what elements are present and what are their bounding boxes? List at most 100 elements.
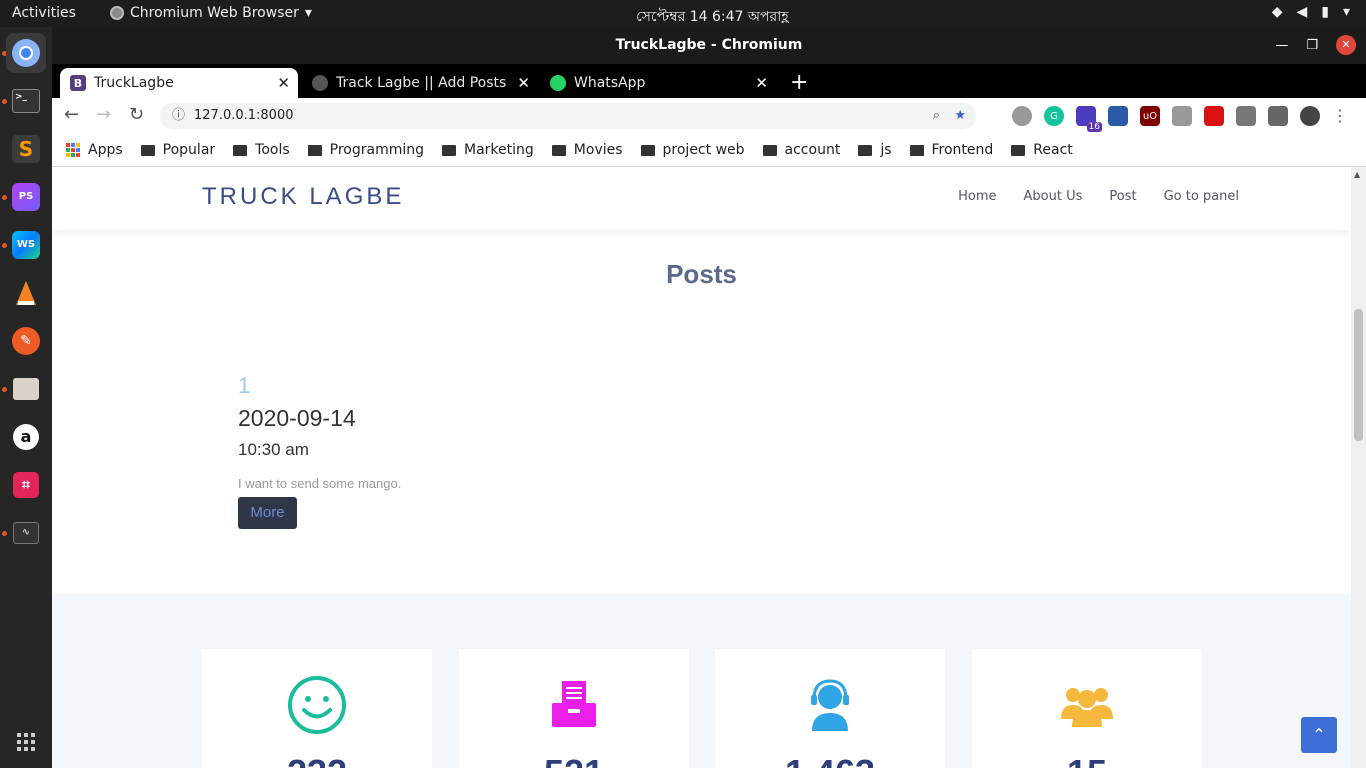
bookmark-folder[interactable]: Frontend: [909, 142, 993, 158]
scrollbar-thumb[interactable]: [1354, 309, 1363, 441]
vlc-dock-icon[interactable]: [6, 273, 46, 313]
window-titlebar[interactable]: TruckLagbe - Chromium — ❐ ✕: [52, 27, 1366, 64]
extension-badge-count: 16: [1086, 122, 1102, 132]
kebab-menu-icon[interactable]: ⋮: [1332, 106, 1348, 126]
address-bar[interactable]: ⓘ 127.0.0.1:8000 ⌕ ★: [160, 103, 976, 129]
extensions-area: G 16 uO ⋮: [1012, 106, 1348, 132]
chromium-icon: [110, 6, 124, 20]
bookmark-star-icon[interactable]: ★: [954, 103, 966, 129]
chromium-dock-icon[interactable]: [6, 33, 46, 73]
bookmarks-bar: Apps Popular Tools Programming Marketing…: [52, 134, 1366, 167]
post-time: 10:30 am: [238, 440, 309, 459]
browser-window: TruckLagbe - Chromium — ❐ ✕ B TruckLagbe…: [52, 27, 1366, 768]
nav-post[interactable]: Post: [1109, 189, 1136, 204]
phpstorm-dock-icon[interactable]: PS: [6, 177, 46, 217]
url-text: 127.0.0.1:8000: [194, 108, 294, 123]
bookmark-folder[interactable]: Movies: [551, 142, 623, 158]
bookmark-folder[interactable]: React: [1011, 142, 1073, 158]
new-tab-button[interactable]: +: [790, 70, 808, 95]
tab-whatsapp[interactable]: WhatsApp ✕: [540, 68, 776, 98]
system-monitor-dock-icon[interactable]: ∿: [6, 513, 46, 553]
bookmark-folder[interactable]: Programming: [307, 142, 424, 158]
dock: >_ S PS WS ✎ a ⌗ ∿: [0, 27, 52, 768]
site-logo[interactable]: TRUCK LAGBE: [202, 183, 404, 211]
web-page: TRUCK LAGBE Home About Us Post Go to pan…: [52, 167, 1351, 768]
folder-icon: [140, 144, 155, 156]
webstorm-dock-icon[interactable]: WS: [6, 225, 46, 265]
nav-about-us[interactable]: About Us: [1024, 189, 1083, 204]
folder-icon: [640, 144, 655, 156]
zoom-icon[interactable]: ⌕: [933, 103, 940, 129]
folder-icon: [1011, 144, 1026, 156]
folder-icon: [233, 144, 248, 156]
bookmark-label: Movies: [573, 142, 623, 158]
window-controls: — ❐ ✕: [1275, 27, 1356, 64]
amazon-dock-icon[interactable]: a: [6, 417, 46, 457]
bookmark-apps[interactable]: Apps: [66, 142, 123, 158]
screenshot-dock-icon[interactable]: ⌗: [6, 465, 46, 505]
postman-dock-icon[interactable]: ✎: [6, 321, 46, 361]
bookmark-folder[interactable]: project web: [640, 142, 745, 158]
clock[interactable]: সেপ্টেম্বর 14 6:47 অপরাহ্ণ: [636, 5, 789, 29]
sublime-dock-icon[interactable]: S: [6, 129, 46, 169]
profile-avatar[interactable]: [1300, 106, 1320, 126]
apps-grid-icon: [66, 143, 80, 157]
camera-extension-icon[interactable]: [1172, 106, 1192, 126]
nav-go-to-panel[interactable]: Go to panel: [1164, 189, 1239, 204]
scroll-up-arrow-icon[interactable]: ▲: [1354, 170, 1360, 179]
grammarly-extension-icon[interactable]: G: [1044, 106, 1064, 126]
app-menu[interactable]: Chromium Web Browser ▾: [110, 5, 312, 21]
bookmark-folder[interactable]: Tools: [233, 142, 290, 158]
chevron-down-icon: ▾: [304, 5, 312, 21]
eyedropper-extension-icon[interactable]: [1236, 106, 1256, 126]
nav-home[interactable]: Home: [958, 189, 996, 204]
bookmark-folder[interactable]: js: [858, 142, 892, 158]
translate-extension-icon[interactable]: [1012, 106, 1032, 126]
stats-section: 232 521: [52, 594, 1351, 768]
tab-trucklagbe[interactable]: B TruckLagbe ✕: [60, 68, 298, 98]
folder-icon: [762, 144, 777, 156]
back-to-top-button[interactable]: ⌃: [1301, 717, 1337, 753]
extension-badge-icon[interactable]: 16: [1076, 106, 1102, 132]
folder-icon: [442, 144, 457, 156]
back-icon[interactable]: ←: [64, 104, 79, 125]
terminal-dock-icon[interactable]: >_: [6, 81, 46, 121]
maximize-button[interactable]: ❐: [1306, 27, 1318, 64]
pdf-extension-icon[interactable]: [1204, 106, 1224, 126]
chevron-down-icon: ▾: [1342, 4, 1350, 20]
tab-label: WhatsApp: [574, 75, 646, 91]
page-scrollbar[interactable]: ▲: [1351, 167, 1366, 768]
close-tab-icon[interactable]: ✕: [517, 74, 530, 92]
more-button[interactable]: More: [238, 497, 297, 529]
browser-toolbar: ← → ↻ ⓘ 127.0.0.1:8000 ⌕ ★ G 16 uO ⋮: [52, 98, 1366, 134]
ublock-extension-icon[interactable]: uO: [1140, 106, 1160, 126]
info-icon[interactable]: ⓘ: [172, 103, 185, 129]
minimize-button[interactable]: —: [1275, 27, 1288, 64]
stat-value: 521: [459, 752, 689, 768]
close-window-button[interactable]: ✕: [1336, 35, 1356, 55]
folder-icon: [551, 144, 566, 156]
site-nav: Home About Us Post Go to panel: [958, 189, 1239, 204]
tab-label: TruckLagbe: [94, 75, 174, 91]
forward-icon[interactable]: →: [96, 104, 111, 125]
bookmark-folder[interactable]: Popular: [140, 142, 215, 158]
system-tray[interactable]: ◆ ◀ ▮ ▾: [1272, 4, 1350, 20]
close-tab-icon[interactable]: ✕: [277, 74, 290, 92]
close-tab-icon[interactable]: ✕: [755, 74, 768, 92]
folder-icon: [909, 144, 924, 156]
tab-add-posts[interactable]: Track Lagbe || Add Posts ✕: [302, 68, 538, 98]
files-dock-icon[interactable]: [6, 369, 46, 409]
reload-icon[interactable]: ↻: [129, 104, 144, 125]
globe-icon: [312, 75, 328, 91]
show-applications-icon[interactable]: [6, 722, 46, 762]
activities-button[interactable]: Activities: [12, 5, 76, 21]
stat-value: 15: [972, 752, 1202, 768]
whatsapp-icon: [550, 75, 566, 91]
stat-value: 1,463: [715, 752, 945, 768]
posts-heading: Posts: [666, 259, 737, 289]
bookmark-folder[interactable]: Marketing: [442, 142, 534, 158]
toolbox-extension-icon[interactable]: [1108, 106, 1128, 126]
bookmark-folder[interactable]: account: [762, 142, 840, 158]
puzzle-extensions-icon[interactable]: [1268, 106, 1288, 126]
volume-icon: ◀: [1296, 4, 1308, 20]
